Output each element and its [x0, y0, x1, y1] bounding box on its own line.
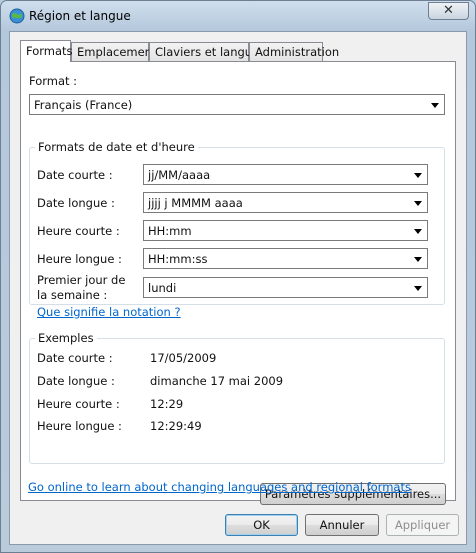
first-day-label-line2: la semaine : — [37, 288, 108, 302]
long-time-value: HH:mm:ss — [148, 252, 208, 266]
tab-administration[interactable]: Administration — [249, 42, 339, 61]
chevron-down-icon — [414, 173, 422, 178]
short-date-select[interactable]: jj/MM/aaaa — [143, 164, 428, 185]
example-short-time-label: Heure courte : — [37, 397, 120, 411]
example-long-date-value: dimanche 17 mai 2009 — [150, 374, 284, 388]
tab-emplacement[interactable]: Emplacement — [71, 42, 156, 61]
format-label: Format : — [29, 74, 78, 88]
formats-tab-panel: Format : Français (France) Formats de da… — [20, 61, 456, 505]
example-long-date-label: Date longue : — [37, 374, 115, 388]
long-time-select[interactable]: HH:mm:ss — [143, 248, 428, 269]
format-select-value: Français (France) — [34, 98, 133, 112]
long-time-label: Heure longue : — [37, 252, 122, 266]
short-time-label: Heure courte : — [37, 224, 120, 238]
region-language-dialog: Région et langue ✕ Formats Emplacement C… — [0, 0, 476, 553]
first-day-label-line1: Premier jour de — [37, 273, 126, 287]
apply-button[interactable]: Appliquer — [386, 514, 459, 536]
format-select[interactable]: Français (France) — [29, 94, 445, 115]
chevron-down-icon — [414, 201, 422, 206]
example-short-time-value: 12:29 — [150, 397, 184, 411]
short-date-value: jj/MM/aaaa — [148, 168, 211, 182]
date-time-formats-title: Formats de date et d'heure — [35, 140, 198, 154]
chevron-down-icon — [414, 257, 422, 262]
dialog-client-area: Formats Emplacement Claviers et langues … — [9, 31, 467, 545]
example-long-time-value: 12:29:49 — [150, 419, 202, 433]
long-date-value: jjjj j MMMM aaaa — [148, 196, 243, 210]
close-button[interactable]: ✕ — [428, 2, 469, 20]
window-title: Région et langue — [29, 9, 131, 23]
example-long-time-label: Heure longue : — [37, 419, 122, 433]
short-time-select[interactable]: HH:mm — [143, 220, 428, 241]
examples-title: Exemples — [35, 331, 97, 345]
cancel-button[interactable]: Annuler — [305, 514, 379, 536]
first-day-select[interactable]: lundi — [143, 277, 428, 298]
date-time-formats-group: Formats de date et d'heure Date courte :… — [29, 140, 445, 305]
long-date-select[interactable]: jjjj j MMMM aaaa — [143, 192, 428, 213]
globe-icon — [9, 8, 25, 24]
notation-help-link[interactable]: Que signifie la notation ? — [37, 305, 181, 319]
title-bar[interactable]: Région et langue ✕ — [1, 1, 475, 31]
online-help-link[interactable]: Go online to learn about changing langua… — [28, 480, 411, 494]
first-day-value: lundi — [148, 281, 177, 295]
close-icon: ✕ — [443, 3, 454, 18]
examples-group: Exemples Date courte : 17/05/2009 Date l… — [29, 331, 445, 464]
chevron-down-icon — [431, 103, 439, 108]
example-short-date-value: 17/05/2009 — [150, 351, 217, 365]
tab-claviers-et-langues[interactable]: Claviers et langues — [149, 42, 265, 61]
short-date-label: Date courte : — [37, 168, 113, 182]
long-date-label: Date longue : — [37, 196, 115, 210]
tab-formats[interactable]: Formats — [20, 40, 73, 62]
chevron-down-icon — [414, 229, 422, 234]
ok-button[interactable]: OK — [225, 514, 298, 536]
short-time-value: HH:mm — [148, 224, 192, 238]
chevron-down-icon — [414, 286, 422, 291]
example-short-date-label: Date courte : — [37, 351, 113, 365]
